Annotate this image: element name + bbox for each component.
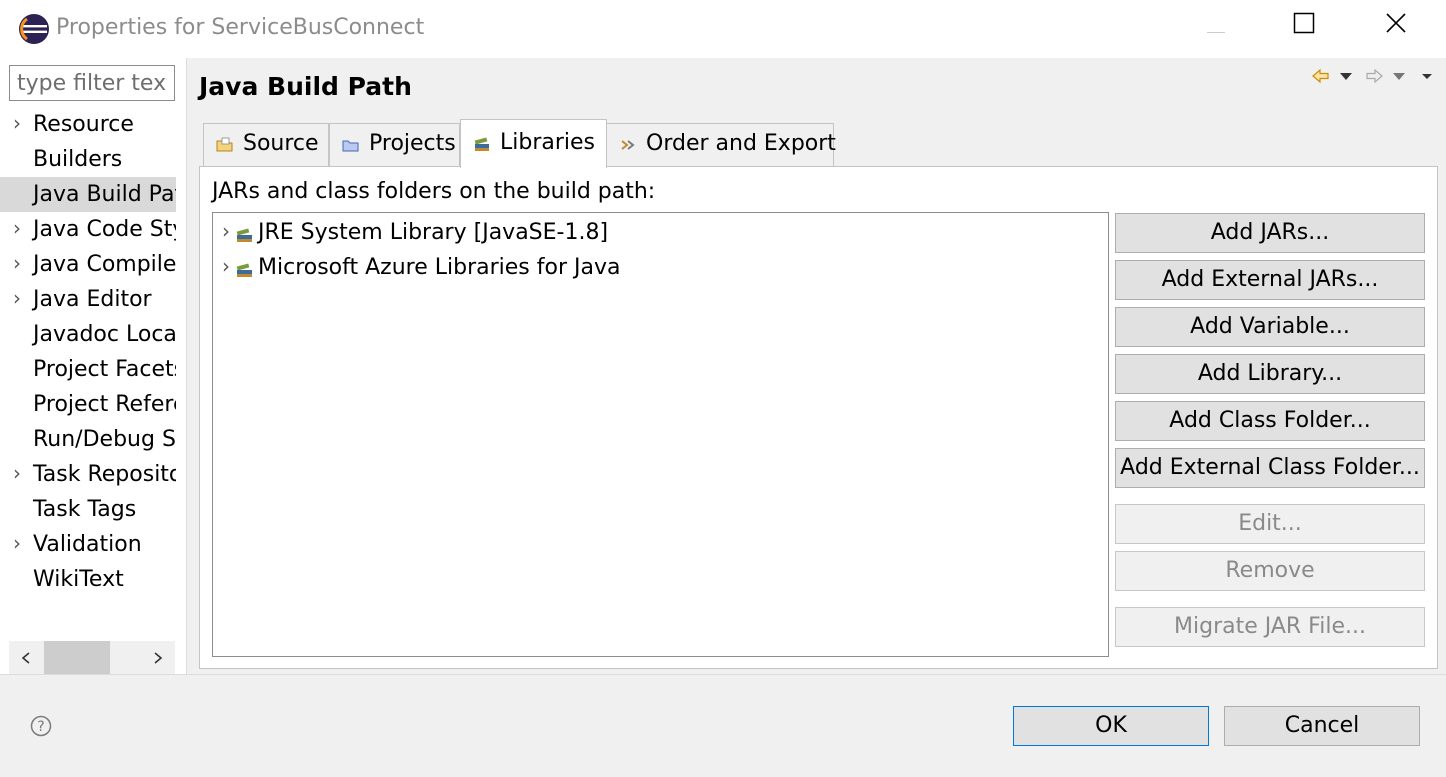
add-class-folder-button[interactable]: Add Class Folder... — [1115, 401, 1425, 441]
minimize-button[interactable] — [1170, 0, 1262, 46]
expand-arrow-icon[interactable]: › — [222, 219, 230, 243]
nav-item-label: Task Repository — [33, 462, 176, 487]
library-entry[interactable]: › JRE System Library [JavaSE-1.8] — [213, 217, 1108, 252]
nav-item-label: Task Tags — [33, 497, 137, 522]
library-entry[interactable]: › Microsoft Azure Libraries for Java — [213, 252, 1108, 287]
nav-item[interactable]: ›Task Repository — [0, 457, 176, 492]
help-icon[interactable]: ? — [30, 715, 52, 737]
expand-arrow-icon[interactable]: › — [13, 247, 29, 282]
nav-item-label: Java Compiler — [33, 252, 176, 277]
footer-divider — [0, 674, 1446, 675]
tab-projects[interactable]: Projects — [329, 123, 460, 167]
library-tree[interactable]: › JRE System Library [JavaSE-1.8] › Micr… — [212, 212, 1109, 657]
scrollbar-thumb[interactable] — [44, 641, 110, 675]
nav-item[interactable]: › Resource — [0, 107, 176, 142]
migrate-jar-button[interactable]: Migrate JAR File... — [1115, 607, 1425, 647]
tab-libraries[interactable]: Libraries — [460, 119, 607, 168]
add-variable-button[interactable]: Add Variable... — [1115, 307, 1425, 347]
view-menu-icon[interactable] — [1418, 66, 1436, 86]
navigation-tree: ›ResourceBuildersJava Build Path›Java Co… — [0, 107, 176, 632]
expand-arrow-icon[interactable]: › — [13, 282, 29, 317]
chevron-left-icon — [21, 652, 30, 664]
library-icon — [236, 263, 252, 277]
nav-item-label: WikiText — [33, 567, 124, 592]
back-arrow-icon[interactable] — [1311, 66, 1331, 86]
close-icon — [1386, 13, 1406, 33]
nav-item-label: Java Code Style — [33, 217, 176, 242]
nav-item-label: Project Facets — [33, 357, 176, 382]
nav-item-label: Run/Debug Settings — [33, 427, 176, 452]
build-path-label: JARs and class folders on the build path… — [212, 179, 656, 204]
library-label: JRE System Library [JavaSE-1.8] — [258, 220, 609, 245]
nav-item[interactable]: Builders — [0, 142, 176, 177]
expand-arrow-icon[interactable]: › — [13, 107, 29, 142]
library-label: Microsoft Azure Libraries for Java — [258, 255, 621, 280]
chevron-right-icon — [154, 652, 163, 664]
nav-item[interactable]: › Java Compiler — [0, 247, 176, 282]
dropdown-arrow-icon[interactable] — [1337, 66, 1355, 86]
panel-divider[interactable] — [186, 58, 187, 674]
library-icon — [474, 137, 489, 151]
nav-item-label: Resource — [33, 112, 134, 137]
nav-item-label: Builders — [33, 147, 123, 172]
nav-item[interactable]: Project References — [0, 387, 176, 422]
scroll-right-button[interactable] — [141, 641, 175, 675]
ok-button[interactable]: OK — [1013, 706, 1209, 746]
nav-item[interactable]: Run/Debug Settings — [0, 422, 176, 457]
forward-arrow-icon[interactable] — [1364, 66, 1384, 86]
nav-item[interactable]: ›Java Code Style — [0, 212, 176, 247]
cancel-button[interactable]: Cancel — [1224, 706, 1420, 746]
close-button[interactable] — [1350, 0, 1442, 46]
source-folder-icon — [216, 137, 233, 152]
nav-item[interactable]: Javadoc Location — [0, 317, 176, 352]
window-title: Properties for ServiceBusConnect — [56, 15, 425, 40]
nav-item[interactable]: WikiText — [0, 562, 176, 597]
expand-arrow-icon[interactable]: › — [222, 254, 230, 278]
add-jars-button[interactable]: Add JARs... — [1115, 213, 1425, 253]
order-export-icon — [621, 140, 635, 150]
minimize-icon — [1207, 32, 1225, 33]
nav-item-label: Validation — [33, 532, 142, 557]
nav-item[interactable]: Project Facets — [0, 352, 176, 387]
scroll-left-button[interactable] — [9, 641, 43, 675]
expand-arrow-icon[interactable]: › — [13, 212, 29, 247]
tab-order-and-export[interactable]: Order and Export — [606, 123, 836, 167]
project-folder-icon — [342, 140, 359, 152]
nav-item-label: Javadoc Location — [33, 322, 176, 347]
dropdown-arrow-icon[interactable] — [1390, 66, 1408, 86]
tab-label: Libraries — [500, 130, 596, 155]
filter-input[interactable] — [9, 65, 175, 101]
add-library-button[interactable]: Add Library... — [1115, 354, 1425, 394]
add-external-class-folder-button[interactable]: Add External Class Folder... — [1115, 448, 1425, 488]
tab-label: Source — [243, 131, 319, 156]
nav-item[interactable]: Java Build Path — [0, 177, 176, 212]
nav-item-label: Java Build Path — [33, 182, 176, 207]
edit-button[interactable]: Edit... — [1115, 504, 1425, 544]
tab-source[interactable]: Source — [203, 123, 329, 167]
add-external-jars-button[interactable]: Add External JARs... — [1115, 260, 1425, 300]
svg-text:?: ? — [37, 719, 44, 735]
maximize-button[interactable] — [1258, 0, 1350, 46]
nav-item[interactable]: › Java Editor — [0, 282, 176, 317]
library-icon — [236, 228, 252, 242]
eclipse-logo-icon — [19, 14, 49, 44]
page-title: Java Build Path — [199, 72, 412, 101]
expand-arrow-icon[interactable]: › — [13, 527, 29, 562]
tab-label: Projects — [369, 131, 456, 156]
nav-item[interactable]: › Validation — [0, 527, 176, 562]
nav-item-label: Java Editor — [33, 287, 152, 312]
tab-label: Order and Export — [646, 131, 836, 156]
nav-item[interactable]: Task Tags — [0, 492, 176, 527]
remove-button[interactable]: Remove — [1115, 551, 1425, 591]
expand-arrow-icon[interactable]: › — [13, 457, 29, 492]
maximize-icon — [1293, 12, 1315, 34]
nav-item-label: Project References — [33, 392, 176, 417]
